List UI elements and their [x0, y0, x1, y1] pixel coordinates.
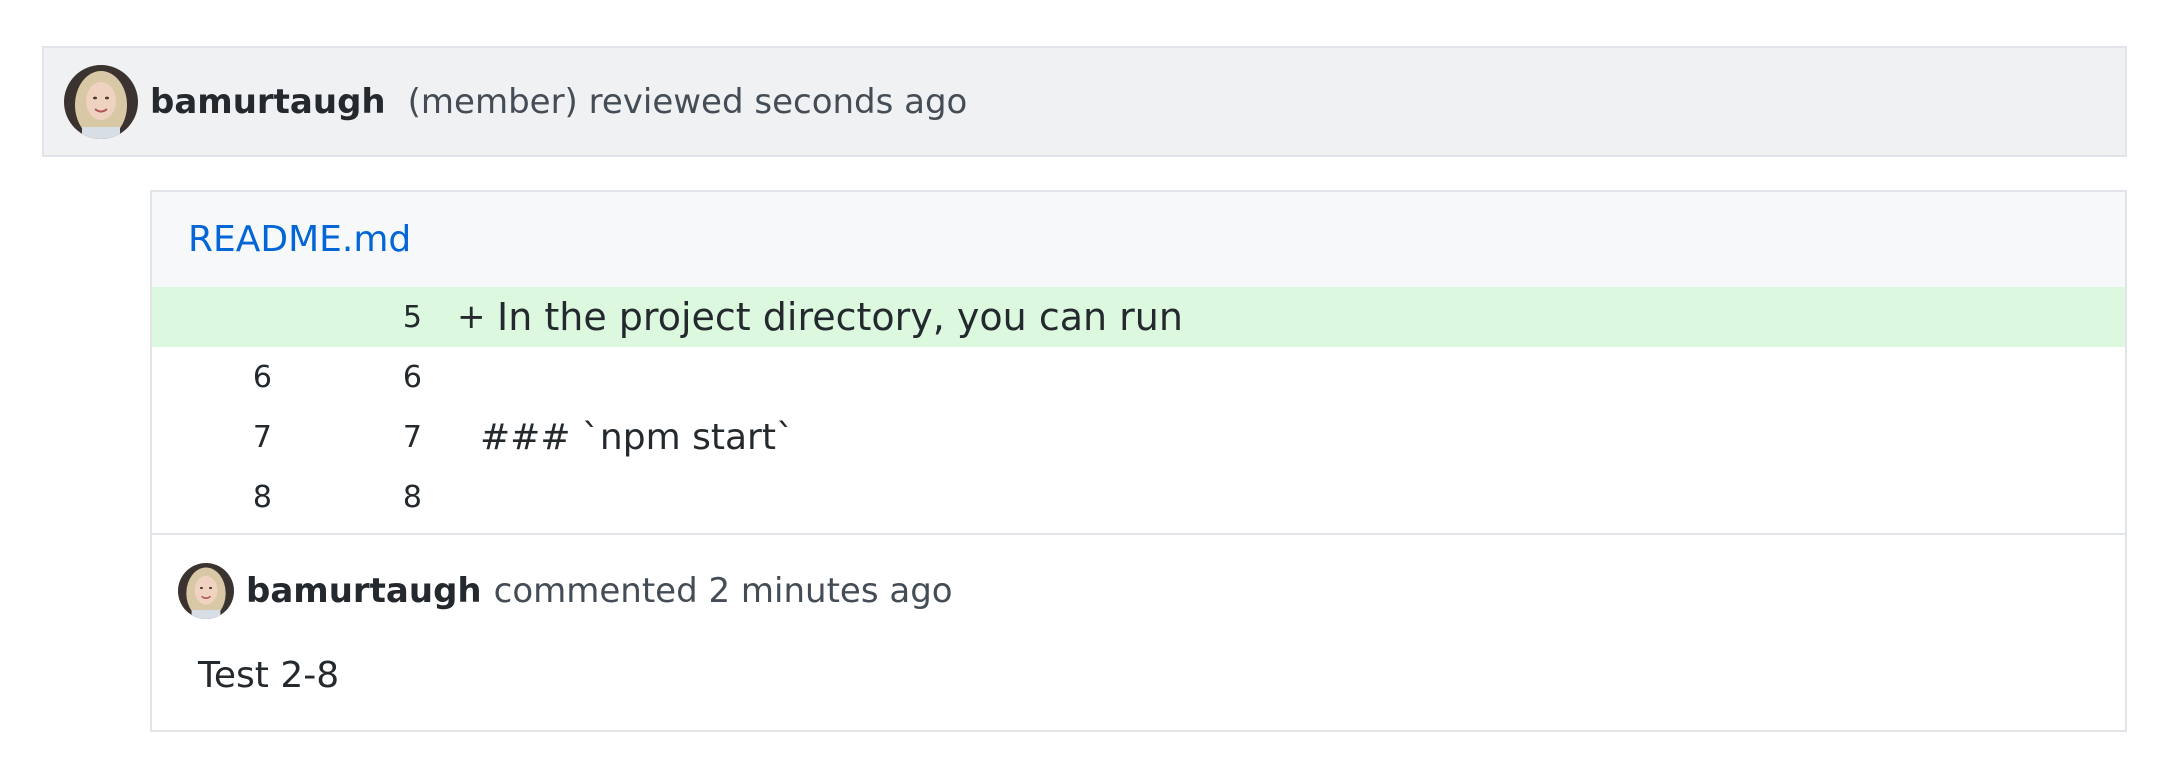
review-comment: bamurtaugh commented 2 minutes ago Test … [152, 533, 2125, 735]
user-avatar-icon [64, 64, 138, 139]
reviewer-name[interactable]: bamurtaugh [150, 82, 386, 122]
file-header: README.md [152, 192, 2125, 287]
comment-body: Test 2-8 [198, 655, 340, 696]
commenter-avatar[interactable] [178, 563, 234, 619]
commenter-name[interactable]: bamurtaugh [246, 571, 482, 611]
diff-code-line: ### `npm start` [480, 416, 794, 458]
user-avatar-icon [178, 563, 234, 619]
reviewer-avatar[interactable] [64, 64, 138, 139]
old-line-number: 6 [252, 359, 272, 395]
diff-code-line: In the project directory, you can run [497, 295, 1183, 339]
file-name-link[interactable]: README.md [188, 219, 411, 260]
diff-row-context: 8 8 [152, 467, 2125, 527]
diff-row-added: 5 + In the project directory, you can ru… [152, 287, 2125, 347]
new-line-number: 8 [402, 479, 422, 515]
diff-add-marker: + [457, 297, 486, 337]
comment-timestamp[interactable]: commented 2 minutes ago [494, 571, 953, 611]
old-line-number: 7 [252, 419, 272, 455]
new-line-number: 7 [402, 419, 422, 455]
comment-header: bamurtaugh commented 2 minutes ago [178, 563, 953, 619]
review-meta: (member) reviewed seconds ago [407, 81, 968, 122]
old-line-number: 8 [252, 479, 272, 515]
diff-row-context: 6 6 [152, 347, 2125, 407]
new-line-number: 6 [402, 359, 422, 395]
new-line-number: 5 [402, 299, 422, 335]
review-header: bamurtaugh (member) reviewed seconds ago [42, 46, 2127, 157]
file-diff-box: README.md 5 + In the project directory, … [150, 190, 2127, 732]
diff-row-context: 7 7 ### `npm start` [152, 407, 2125, 467]
